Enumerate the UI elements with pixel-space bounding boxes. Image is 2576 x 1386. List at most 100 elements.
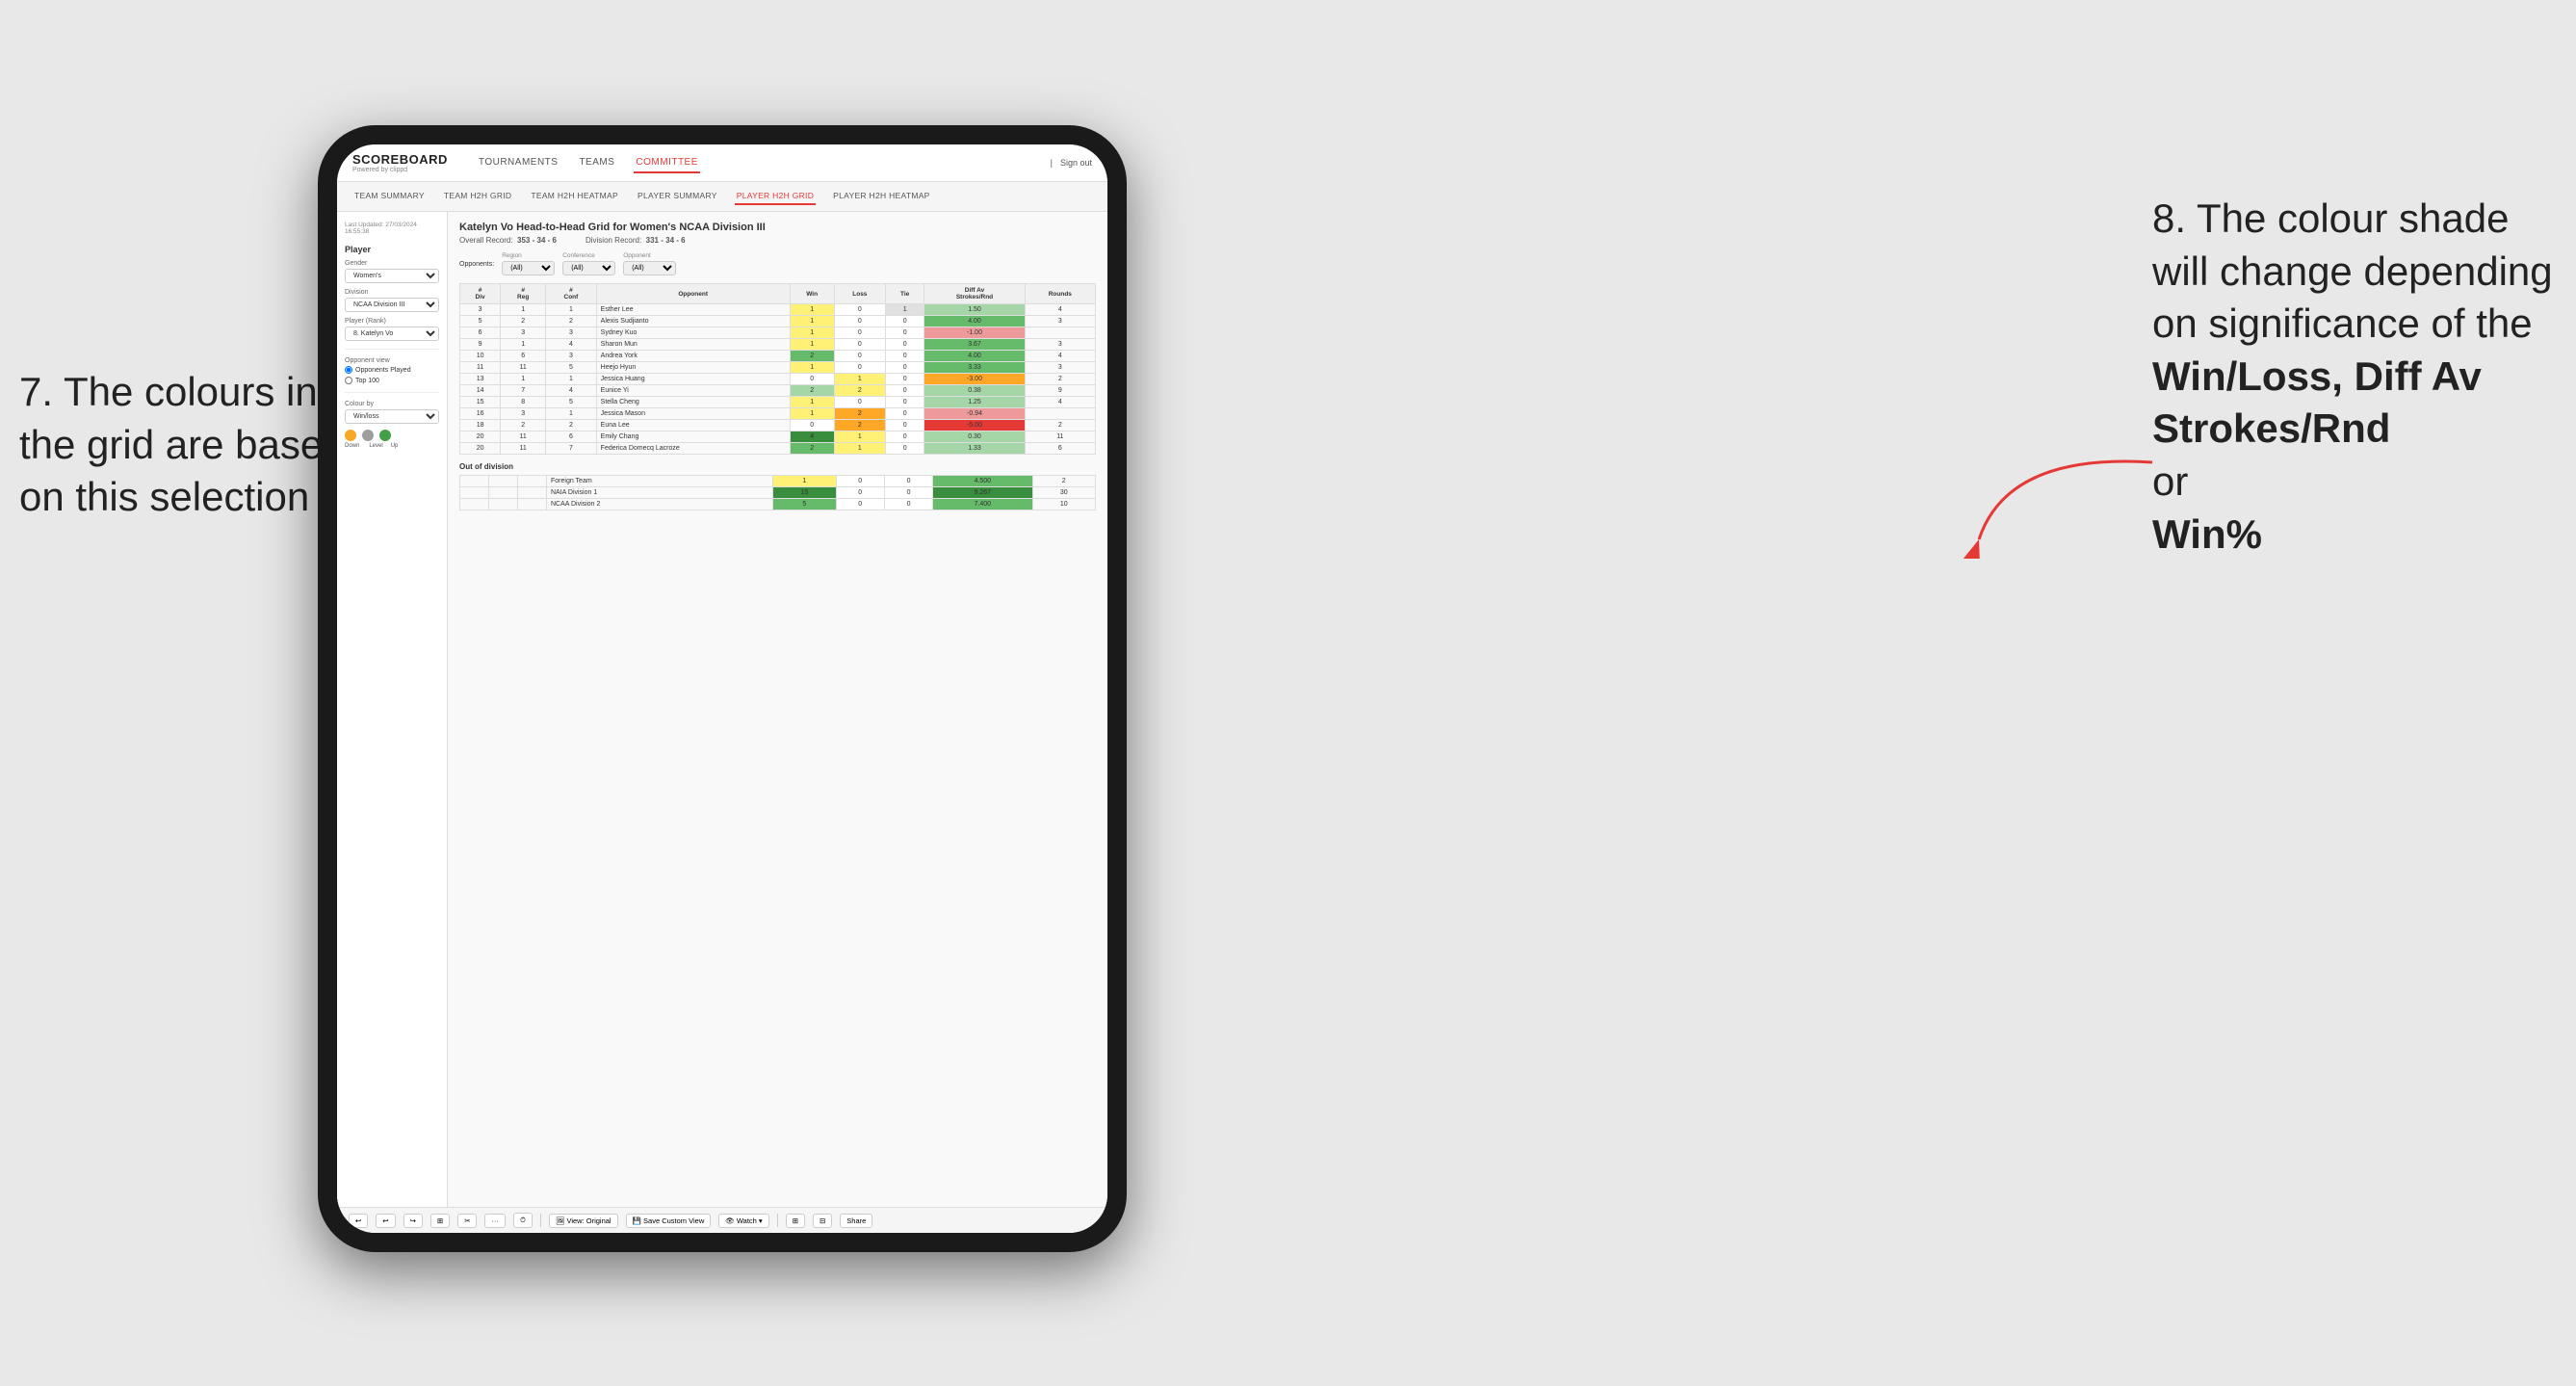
table-row: NAIA Division 1 15 0 0 9.267 30: [460, 487, 1096, 499]
table-row: 10 6 3 Andrea York 2 0 0 4.00 4: [460, 351, 1096, 362]
col-tie: Tie: [886, 284, 924, 304]
table-row: 3 1 1 Esther Lee 1 0 1 1.50 4: [460, 304, 1096, 316]
col-win: Win: [790, 284, 834, 304]
annotation-left: 7. The colours in the grid are based on …: [19, 366, 347, 524]
toolbar-bottom: ↩ ↩ ↪ ⊞ ✂ ··· ⏱ 🖼 View: Original 💾 Save …: [337, 1207, 1107, 1233]
legend-dot-level: [362, 430, 374, 441]
sub-nav-team-summary[interactable]: TEAM SUMMARY: [352, 188, 427, 205]
sidebar-colour-by-select[interactable]: Win/loss: [345, 409, 439, 424]
nav-right: | Sign out: [1051, 158, 1092, 168]
nav-items: TOURNAMENTS TEAMS COMMITTEE: [477, 153, 700, 173]
sub-nav-player-h2h-grid[interactable]: PLAYER H2H GRID: [735, 188, 816, 205]
filter-conference-select[interactable]: (All): [562, 261, 615, 275]
toolbar-more[interactable]: ···: [484, 1214, 506, 1228]
arrow-right: [1950, 443, 2162, 559]
sidebar-division-select[interactable]: NCAA Division III: [345, 298, 439, 312]
toolbar-grid[interactable]: ⊞: [430, 1214, 450, 1228]
annotation-right-text: 8. The colour shade will change dependin…: [2152, 196, 2553, 346]
out-of-division-header: Out of division: [459, 462, 1096, 471]
sidebar-radio-top100[interactable]: Top 100: [345, 377, 439, 384]
toolbar-timer[interactable]: ⏱: [513, 1213, 533, 1228]
annotation-bold3: Win%: [2152, 511, 2262, 557]
table-row: 5 2 2 Alexis Sudjianto 1 0 0 4.00 3: [460, 316, 1096, 327]
table-row: 20 11 6 Emily Chang 4 1 0 0.30 11: [460, 431, 1096, 443]
sidebar-player-rank-label: Player (Rank): [345, 318, 439, 325]
table-row: 13 1 1 Jessica Huang 0 1 0 -3.00 2: [460, 374, 1096, 385]
tablet-screen: SCOREBOARD Powered by clippd TOURNAMENTS…: [337, 144, 1107, 1233]
nav-teams[interactable]: TEAMS: [577, 153, 616, 173]
sub-nav-team-h2h-grid[interactable]: TEAM H2H GRID: [442, 188, 514, 205]
filter-opponent-select[interactable]: (All): [623, 261, 676, 275]
col-div: #Div: [460, 284, 501, 304]
table-row: 6 3 3 Sydney Kuo 1 0 0 -1.00: [460, 327, 1096, 339]
toolbar-undo2[interactable]: ↩: [376, 1214, 395, 1228]
table-row: 16 3 1 Jessica Mason 1 2 0 -0.94: [460, 408, 1096, 420]
nav-tournaments[interactable]: TOURNAMENTS: [477, 153, 560, 173]
sidebar: Last Updated: 27/03/2024 16:55:38 Player…: [337, 212, 448, 1207]
col-loss: Loss: [834, 284, 885, 304]
filter-region: Region (All): [502, 252, 555, 275]
colour-legend: [345, 430, 439, 441]
grid-table: #Div #Reg #Conf Opponent Win Loss Tie Di…: [459, 283, 1096, 455]
toolbar-view-original[interactable]: 🖼 View: Original: [549, 1214, 618, 1228]
grid-records: Overall Record: 353 - 34 - 6 Division Re…: [459, 236, 1096, 245]
colour-legend-labels: Down Level Up: [345, 443, 439, 449]
annotation-right: 8. The colour shade will change dependin…: [2152, 193, 2557, 561]
filter-region-select[interactable]: (All): [502, 261, 555, 275]
toolbar-share[interactable]: Share: [840, 1214, 872, 1228]
main-content: Last Updated: 27/03/2024 16:55:38 Player…: [337, 212, 1107, 1207]
sidebar-radio-opponents-played[interactable]: Opponents Played: [345, 366, 439, 374]
col-opponent: Opponent: [596, 284, 790, 304]
table-row: 11 11 5 Heejo Hyun 1 0 0 3.33 3: [460, 362, 1096, 374]
content-area: Katelyn Vo Head-to-Head Grid for Women's…: [448, 212, 1107, 1207]
sidebar-gender-select[interactable]: Women's: [345, 269, 439, 283]
sidebar-opponent-view-group: Opponents Played Top 100: [345, 366, 439, 384]
nav-bar: SCOREBOARD Powered by clippd TOURNAMENTS…: [337, 144, 1107, 182]
sub-nav-player-summary[interactable]: PLAYER SUMMARY: [636, 188, 719, 205]
sidebar-opponent-view-label: Opponent view: [345, 357, 439, 364]
table-row: 15 8 5 Stella Cheng 1 0 0 1.25 4: [460, 397, 1096, 408]
toolbar-divider2: [777, 1214, 778, 1227]
filters-row: Opponents: Region (All) Conference (All): [459, 252, 1096, 275]
toolbar-undo[interactable]: ↩: [349, 1214, 368, 1228]
annotation-left-text: 7. The colours in the grid are based on …: [19, 369, 346, 519]
toolbar-grid2[interactable]: ⊞: [786, 1214, 805, 1228]
grid-title: Katelyn Vo Head-to-Head Grid for Women's…: [459, 222, 1096, 233]
legend-dot-down: [345, 430, 356, 441]
filter-conference: Conference (All): [562, 252, 615, 275]
annotation-bold1: Win/Loss,: [2152, 353, 2343, 399]
sub-nav-player-h2h-heatmap[interactable]: PLAYER H2H HEATMAP: [831, 188, 932, 205]
table-header-row: #Div #Reg #Conf Opponent Win Loss Tie Di…: [460, 284, 1096, 304]
col-reg: #Reg: [501, 284, 546, 304]
table-row: 18 2 2 Euna Lee 0 2 0 -5.00 2: [460, 420, 1096, 431]
sub-nav-team-h2h-heatmap[interactable]: TEAM H2H HEATMAP: [529, 188, 620, 205]
toolbar-redo[interactable]: ↪: [403, 1214, 423, 1228]
sidebar-gender-label: Gender: [345, 260, 439, 267]
sidebar-player-section: Player: [345, 245, 439, 254]
table-row: 9 1 4 Sharon Mun 1 0 0 3.67 3: [460, 339, 1096, 351]
logo: SCOREBOARD Powered by clippd: [352, 152, 448, 173]
table-row: NCAA Division 2 5 0 0 7.400 10: [460, 499, 1096, 510]
table-row: 20 11 7 Federica Domecq Lacroze 2 1 0 1.…: [460, 443, 1096, 455]
out-of-division-table: Foreign Team 1 0 0 4.500 2 NAIA Division…: [459, 475, 1096, 510]
sidebar-player-rank-select[interactable]: 8. Katelyn Vo: [345, 327, 439, 341]
sidebar-colour-by-label: Colour by: [345, 401, 439, 407]
nav-committee[interactable]: COMMITTEE: [634, 153, 700, 173]
table-row: 14 7 4 Eunice Yi 2 2 0 0.38 9: [460, 385, 1096, 397]
legend-dot-up: [379, 430, 391, 441]
sidebar-division-label: Division: [345, 289, 439, 296]
toolbar-cut[interactable]: ✂: [457, 1214, 477, 1228]
toolbar-save-custom[interactable]: 💾 Save Custom View: [626, 1214, 712, 1228]
tablet: SCOREBOARD Powered by clippd TOURNAMENTS…: [318, 125, 1127, 1252]
col-conf: #Conf: [546, 284, 597, 304]
sign-out-link[interactable]: Sign out: [1060, 158, 1092, 168]
col-diff: Diff AvStrokes/Rnd: [924, 284, 1025, 304]
toolbar-grid3[interactable]: ⊟: [813, 1214, 832, 1228]
sub-nav: TEAM SUMMARY TEAM H2H GRID TEAM H2H HEAT…: [337, 182, 1107, 212]
table-row: Foreign Team 1 0 0 4.500 2: [460, 476, 1096, 487]
toolbar-divider1: [540, 1214, 541, 1227]
col-rounds: Rounds: [1025, 284, 1095, 304]
filter-opponent: Opponent (All): [623, 252, 676, 275]
toolbar-watch[interactable]: 👁 Watch ▾: [718, 1214, 768, 1228]
sidebar-timestamp: Last Updated: 27/03/2024 16:55:38: [345, 222, 439, 235]
